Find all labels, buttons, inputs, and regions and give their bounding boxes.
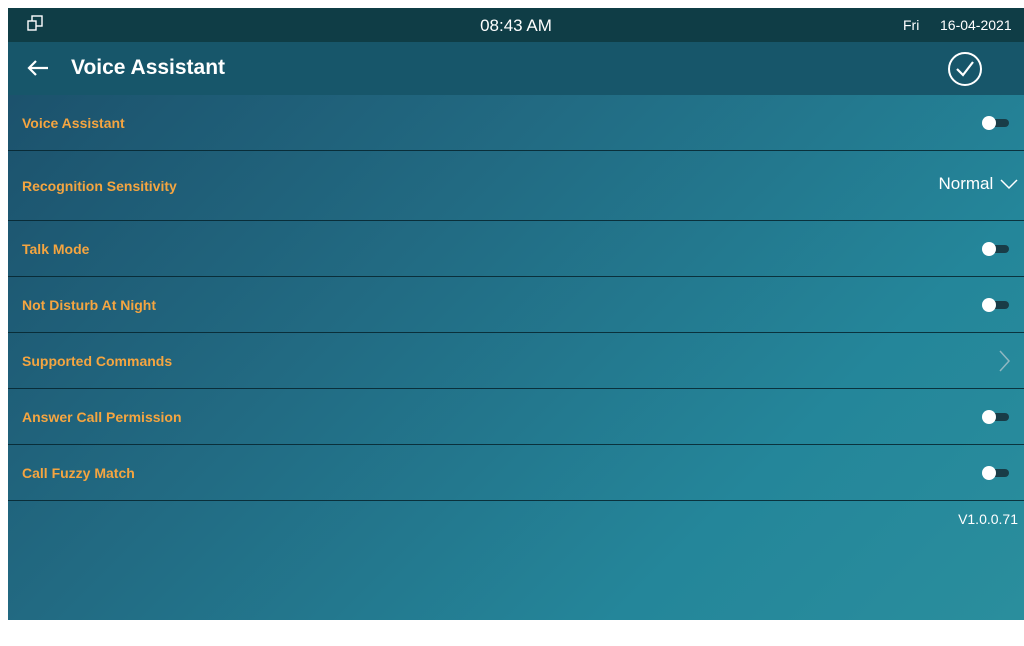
setting-label: Answer Call Permission xyxy=(22,408,182,425)
setting-row-call-fuzzy-match[interactable]: Call Fuzzy Match xyxy=(8,445,1024,501)
call-fuzzy-match-toggle[interactable] xyxy=(982,465,1010,480)
setting-label: Call Fuzzy Match xyxy=(22,464,135,481)
setting-label: Voice Assistant xyxy=(22,114,125,131)
setting-label: Supported Commands xyxy=(22,352,173,369)
back-button[interactable] xyxy=(22,52,54,84)
setting-row-talk-mode[interactable]: Talk Mode xyxy=(8,221,1024,277)
setting-row-supported-commands[interactable]: Supported Commands xyxy=(8,333,1024,389)
status-date: 16-04-2021 xyxy=(940,17,1012,33)
status-day: Fri xyxy=(903,17,920,33)
answer-call-permission-toggle[interactable] xyxy=(982,409,1010,424)
setting-row-answer-call-permission[interactable]: Answer Call Permission xyxy=(8,389,1024,445)
toolbar: Voice Assistant xyxy=(8,42,1024,95)
voice-assistant-toggle[interactable] xyxy=(982,115,1010,130)
setting-label: Recognition Sensitivity xyxy=(22,177,177,194)
version-label: V1.0.0.71 xyxy=(958,511,1018,527)
setting-label: Talk Mode xyxy=(22,240,90,257)
settings-list: Voice Assistant Recognition Sensitivity … xyxy=(8,95,1024,501)
talk-mode-toggle[interactable] xyxy=(982,241,1010,256)
setting-row-voice-assistant[interactable]: Voice Assistant xyxy=(8,95,1024,151)
chevron-down-icon xyxy=(1000,179,1018,190)
toggle-knob xyxy=(982,409,996,424)
toggle-knob xyxy=(982,297,996,312)
page-title: Voice Assistant xyxy=(71,56,226,79)
check-circle-icon[interactable] xyxy=(946,50,984,88)
recognition-sensitivity-select[interactable]: Normal xyxy=(938,174,1018,198)
toggle-knob xyxy=(982,115,996,130)
toggle-knob xyxy=(982,241,996,256)
not-disturb-at-night-toggle[interactable] xyxy=(982,297,1010,312)
status-time: 08:43 AM xyxy=(480,16,552,35)
arrow-left-icon xyxy=(27,60,48,76)
setting-row-recognition-sensitivity[interactable]: Recognition Sensitivity Normal xyxy=(8,151,1024,221)
setting-label: Not Disturb At Night xyxy=(22,296,157,313)
status-bar: 08:43 AM Fri 16-04-2021 xyxy=(8,8,1024,42)
chevron-right-icon[interactable] xyxy=(998,349,1010,372)
select-value: Normal xyxy=(938,174,994,194)
toggle-knob xyxy=(982,465,996,480)
setting-row-not-disturb-at-night[interactable]: Not Disturb At Night xyxy=(8,277,1024,333)
settings-screen: 08:43 AM Fri 16-04-2021 Voice Assistant … xyxy=(8,8,1024,620)
